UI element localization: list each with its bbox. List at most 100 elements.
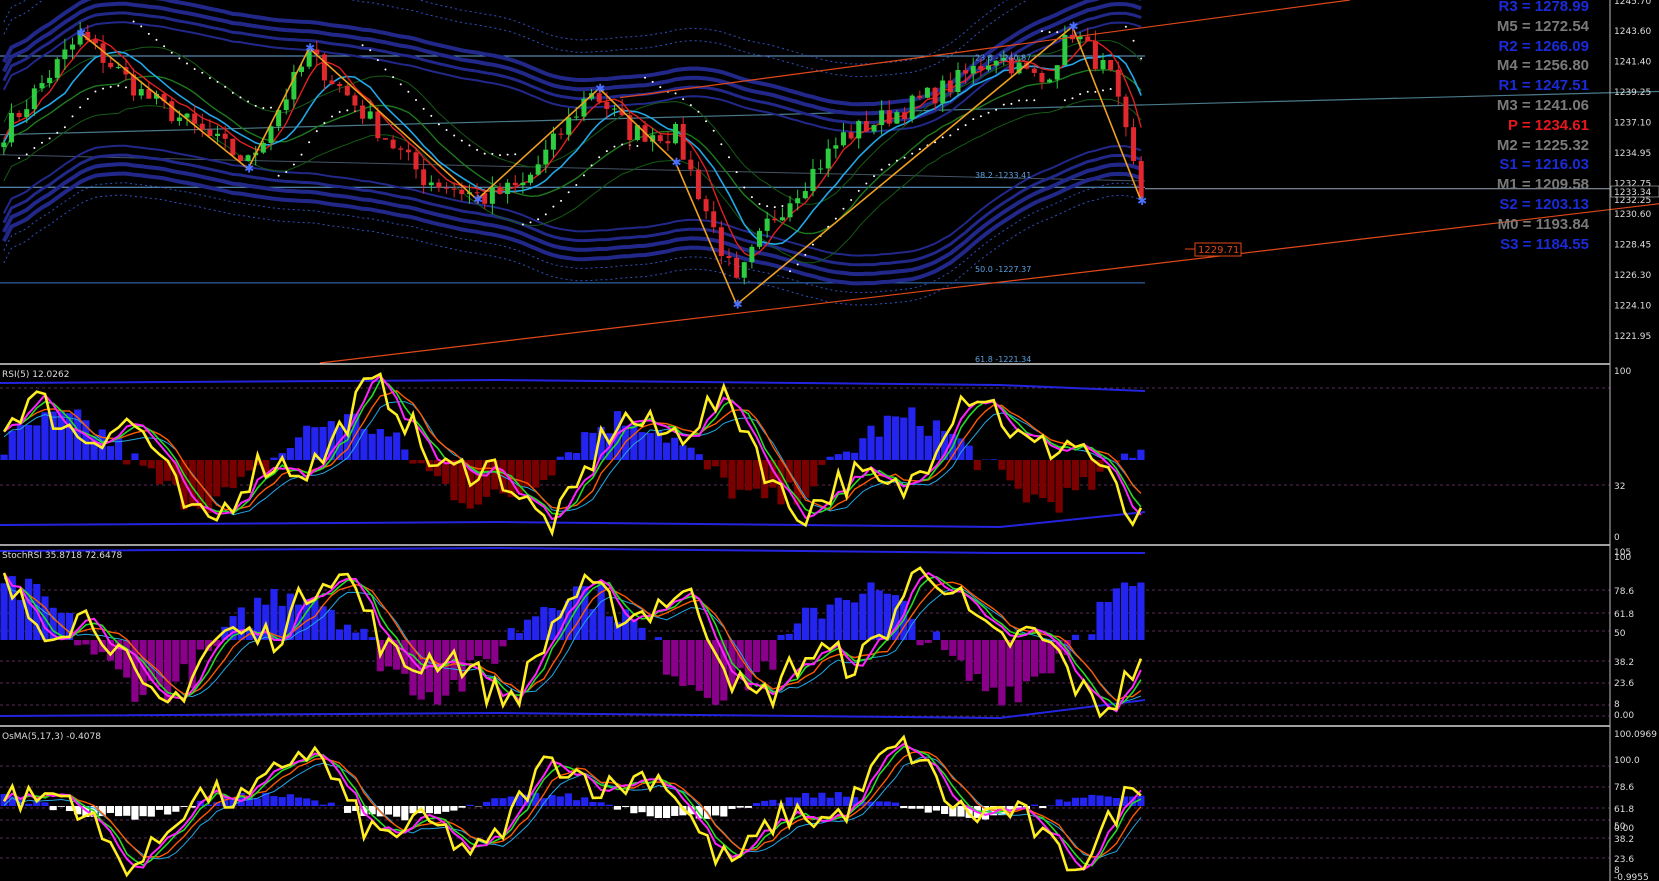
parabolic-sar-dot — [315, 130, 318, 133]
histogram-bar — [90, 640, 98, 655]
histogram-bar — [507, 628, 515, 640]
histogram-bar — [826, 797, 834, 806]
histogram-bar — [1022, 460, 1030, 503]
histogram-bar — [908, 407, 916, 460]
histogram-bar — [41, 412, 49, 460]
histogram-bar — [671, 437, 679, 460]
parabolic-sar-dot — [995, 108, 998, 111]
histogram-bar — [123, 460, 131, 465]
candle-body — [268, 126, 274, 143]
histogram-bar — [368, 637, 376, 640]
parabolic-sar-dot — [537, 218, 540, 221]
histogram-bar — [924, 806, 932, 813]
candle-body — [932, 87, 938, 104]
histogram-bar — [589, 609, 597, 640]
parabolic-sar-dot — [544, 213, 547, 216]
zigzag-marker: ✱ — [733, 298, 743, 312]
candle-body — [810, 168, 816, 192]
candle-body — [352, 95, 358, 106]
histogram-bar — [1129, 457, 1137, 460]
candle-body — [734, 257, 740, 278]
zigzag-marker: ✱ — [595, 81, 605, 95]
candle-body — [802, 191, 808, 199]
candle-body — [573, 116, 579, 118]
parabolic-sar-dot — [651, 80, 654, 83]
histogram-bar — [1031, 460, 1039, 495]
histogram-bar — [687, 640, 695, 686]
histogram-bar — [131, 806, 139, 820]
parabolic-sar-dot — [25, 153, 28, 156]
histogram-bar — [213, 460, 221, 497]
histogram-bar — [82, 640, 90, 645]
trading-chart[interactable]: ✱ ✱ ✱ ✱ ✱ ✱ ✱ ✱ ✱ 23.6 -1240.87 38.2 -1233.41 50.0 … — [0, 0, 1659, 881]
parabolic-sar-dot — [979, 115, 982, 118]
histogram-bar — [712, 460, 720, 467]
parabolic-sar-dot — [147, 32, 150, 35]
histogram-bar — [540, 606, 548, 640]
histogram-bar — [1063, 801, 1071, 806]
price-tag-label: 1229.71 — [1198, 245, 1239, 256]
parabolic-sar-dot — [873, 175, 876, 178]
histogram-bar — [499, 640, 507, 647]
histogram-bar — [573, 453, 581, 460]
histogram-bar — [736, 640, 744, 669]
candle-body — [192, 113, 198, 124]
parabolic-sar-dot — [193, 67, 196, 70]
histogram-bar — [548, 460, 556, 476]
histogram-bar — [638, 806, 646, 813]
histogram-bar — [466, 640, 474, 661]
parabolic-sar-dot — [331, 115, 334, 118]
histogram-bar — [532, 460, 540, 488]
histogram-bar — [344, 806, 352, 813]
parabolic-sar-dot — [155, 38, 158, 41]
parabolic-sar-dot — [598, 156, 601, 159]
parabolic-sar-dot — [590, 164, 593, 167]
histogram-bar — [1014, 640, 1022, 703]
fib-label: 61.8 -1221.34 — [975, 355, 1031, 364]
candle-body — [31, 88, 37, 110]
histogram-bar — [286, 448, 294, 460]
parabolic-sar-dot — [33, 146, 36, 149]
parabolic-sar-dot — [1063, 99, 1066, 102]
histogram-bar — [564, 452, 572, 460]
candle-body — [413, 152, 419, 170]
candle-body — [1047, 79, 1053, 83]
candle-body — [1108, 60, 1114, 70]
histogram-bar — [679, 445, 687, 460]
candle-body — [260, 142, 266, 153]
candle-body — [1085, 36, 1091, 42]
candle-body — [970, 65, 976, 74]
parabolic-sar-dot — [445, 128, 448, 131]
parabolic-sar-dot — [621, 143, 624, 146]
candle-body — [947, 80, 953, 93]
histogram-bar — [875, 801, 883, 806]
histogram-bar — [1129, 586, 1137, 640]
parabolic-sar-dot — [521, 223, 524, 226]
parabolic-sar-dot — [811, 243, 814, 246]
histogram-bar — [327, 609, 335, 640]
indicator-tick-label: 61.8 — [1614, 610, 1634, 620]
zigzag-marker: ✱ — [76, 26, 86, 40]
histogram-bar — [1022, 640, 1030, 682]
parabolic-sar-dot — [40, 141, 43, 144]
histogram-bar — [998, 640, 1006, 706]
parabolic-sar-dot — [941, 136, 944, 139]
histogram-bar — [270, 457, 278, 460]
candle-body — [978, 65, 984, 70]
histogram-bar — [393, 432, 401, 460]
candle-body — [421, 169, 427, 186]
candle-body — [398, 148, 404, 150]
parabolic-sar-dot — [1109, 88, 1112, 91]
parabolic-sar-dot — [1040, 30, 1043, 33]
candle-body — [673, 123, 679, 144]
histogram-bar — [564, 793, 572, 806]
parabolic-sar-dot — [430, 114, 433, 117]
histogram-bar — [172, 640, 180, 682]
parabolic-sar-dot — [1086, 90, 1089, 93]
fib-label: 50.0 -1227.37 — [975, 265, 1031, 274]
parabolic-sar-dot — [789, 270, 792, 273]
candle-body — [436, 182, 442, 188]
histogram-bar — [1006, 460, 1014, 481]
candle-body — [321, 54, 327, 81]
candle-body — [451, 188, 457, 190]
